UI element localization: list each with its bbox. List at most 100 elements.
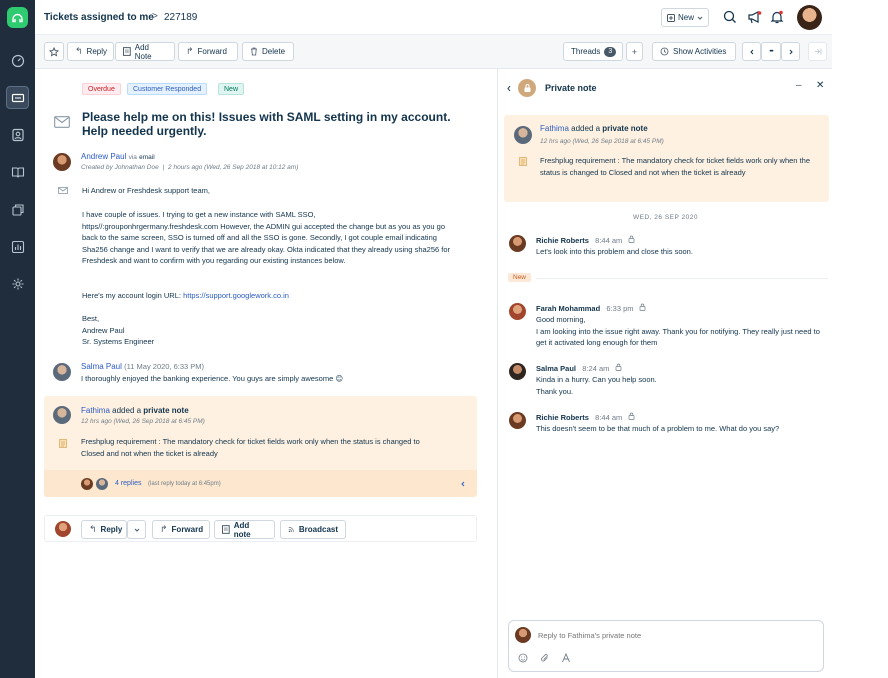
- page-title[interactable]: Tickets assigned to me: [44, 12, 154, 23]
- commenter-avatar[interactable]: [53, 363, 71, 381]
- reply-button[interactable]: ↰ Reply: [67, 42, 114, 61]
- private-note-reply-input[interactable]: [538, 628, 808, 642]
- message-header: Farah Mohammad 6:33 pm: [536, 303, 646, 313]
- note-icon: [123, 47, 131, 56]
- message-author[interactable]: Salma Paul: [536, 364, 576, 373]
- lock-small-icon: [639, 303, 646, 311]
- tag-new: New: [218, 83, 245, 95]
- ticket-subject: Please help me on this! Issues with SAML…: [82, 110, 451, 138]
- dashboard-icon[interactable]: [6, 49, 29, 72]
- breadcrumb-separator: >: [152, 11, 158, 22]
- notification-bell-icon[interactable]: [769, 9, 785, 25]
- add-thread-button[interactable]: +: [626, 42, 643, 61]
- star-button[interactable]: [44, 42, 64, 61]
- canned-responses-icon[interactable]: [6, 198, 29, 221]
- reply-options-button[interactable]: [127, 520, 146, 539]
- minimize-icon[interactable]: –: [796, 80, 802, 91]
- add-note-label: Add Note: [134, 42, 152, 61]
- lock-small-icon: [628, 412, 634, 420]
- tickets-icon[interactable]: [6, 86, 29, 109]
- message-avatar[interactable]: [509, 363, 526, 380]
- reply-arrow-icon: ↰: [75, 46, 83, 56]
- app-logo[interactable]: [7, 7, 28, 28]
- tag-customer-responded: Customer Responded: [127, 83, 208, 95]
- add-note-button[interactable]: Add Note: [115, 42, 175, 61]
- search-icon[interactable]: [722, 9, 738, 25]
- reports-icon[interactable]: [6, 235, 29, 258]
- chevron-left-icon[interactable]: [460, 481, 466, 487]
- note-doc-icon: [59, 439, 67, 448]
- sidebar: [0, 0, 35, 678]
- message-text: Kinda in a hurry. Can you help soon. Tha…: [536, 375, 657, 396]
- more-options-button[interactable]: •••: [761, 42, 781, 61]
- add-note-bottom-button[interactable]: Add note: [214, 520, 275, 539]
- comment-time: (11 May 2020, 6:33 PM): [124, 362, 205, 371]
- emoji-icon[interactable]: [518, 653, 528, 663]
- collapse-panel-button[interactable]: [808, 42, 827, 61]
- close-icon[interactable]: ✕: [816, 80, 824, 91]
- sender-name[interactable]: Andrew Paul: [81, 152, 126, 161]
- message-header: Richie Roberts 8:44 am: [536, 235, 635, 245]
- message-avatar[interactable]: [509, 412, 526, 429]
- settings-gear-icon[interactable]: [6, 272, 29, 295]
- forward-bottom-button[interactable]: ↱ Forward: [152, 520, 210, 539]
- broadcast-button[interactable]: Broadcast: [280, 520, 346, 539]
- star-icon: [49, 46, 59, 56]
- message-avatar[interactable]: [509, 235, 526, 252]
- message-avatar[interactable]: [509, 303, 526, 320]
- note-header: Fathima added a private note: [81, 406, 189, 415]
- next-ticket-button[interactable]: [781, 42, 800, 61]
- date-separator: WED, 26 SEP 2020: [633, 214, 698, 221]
- show-activities-label: Show Activities: [673, 47, 727, 56]
- lock-small-icon: [615, 363, 621, 371]
- threads-button[interactable]: Threads 3: [563, 42, 623, 61]
- contacts-icon[interactable]: [6, 123, 29, 146]
- chevron-down-icon: [134, 528, 139, 532]
- login-url-link[interactable]: https://support.googlework.co.in: [183, 291, 289, 300]
- new-button[interactable]: New: [661, 8, 709, 27]
- user-avatar[interactable]: [797, 5, 822, 30]
- attachment-icon[interactable]: [540, 653, 550, 663]
- message-time: 8:44 am: [595, 236, 623, 245]
- forward-button[interactable]: ↱ Forward: [178, 42, 238, 61]
- chevron-down-icon: [697, 16, 703, 20]
- chevron-left-icon: [749, 49, 753, 54]
- back-chevron-icon[interactable]: [506, 85, 512, 92]
- message-author[interactable]: Richie Roberts: [536, 236, 589, 245]
- delete-button[interactable]: Delete: [242, 42, 294, 61]
- reply-arrow-icon: ↰: [89, 524, 97, 534]
- commenter-name[interactable]: Salma Paul: [81, 362, 122, 371]
- message-author[interactable]: Farah Mohammad: [536, 304, 600, 313]
- panel-title: Private note: [545, 83, 597, 93]
- note-author-name[interactable]: Fathima: [81, 406, 110, 415]
- knowledge-base-icon[interactable]: [6, 160, 29, 183]
- panel-reply-box: [508, 620, 824, 672]
- sender-avatar[interactable]: [53, 153, 71, 171]
- panel-note-header: Fathima added a private note: [540, 124, 648, 133]
- comment-text: I thoroughly enjoyed the banking experie…: [81, 374, 344, 383]
- history-icon: [660, 47, 669, 56]
- show-activities-button[interactable]: Show Activities: [652, 42, 736, 61]
- agent-avatar: [55, 521, 71, 537]
- via-text: via: [128, 154, 137, 161]
- panel-note-added: added a: [571, 124, 601, 133]
- message-time: 8:24 am: [582, 364, 610, 373]
- reply-bottom-button[interactable]: ↰ Reply: [81, 520, 127, 539]
- message-body: I have couple of issues. I trying to get…: [82, 210, 451, 265]
- threads-label: Threads: [571, 47, 601, 56]
- note-icon: [222, 525, 230, 534]
- panel-note-avatar[interactable]: [514, 126, 532, 144]
- text-format-icon[interactable]: [561, 653, 571, 663]
- tag-overdue: Overdue: [82, 83, 121, 95]
- forward-label: Forward: [197, 47, 227, 56]
- comment-header: Salma Paul (11 May 2020, 6:33 PM): [81, 362, 204, 371]
- replies-count-link[interactable]: 4 replies: [115, 480, 141, 487]
- panel-note-author[interactable]: Fathima: [540, 124, 569, 133]
- message-header: Richie Roberts 8:44 am: [536, 412, 635, 422]
- note-replies-bar[interactable]: 4 replies (last reply today at 6:45pm): [44, 470, 477, 497]
- note-author-avatar[interactable]: [53, 406, 71, 424]
- announcement-icon[interactable]: [746, 9, 762, 25]
- message-author[interactable]: Richie Roberts: [536, 413, 589, 422]
- plus-box-icon: [666, 13, 675, 22]
- previous-ticket-button[interactable]: [742, 42, 761, 61]
